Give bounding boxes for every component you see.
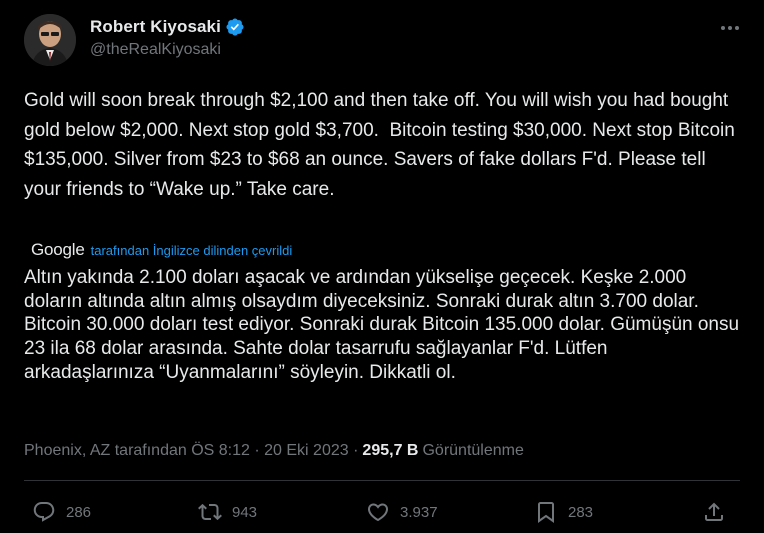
author-handle[interactable]: @theRealKiyosaki (90, 41, 245, 59)
reply-count: 286 (66, 503, 92, 521)
bookmark-icon (534, 500, 558, 524)
repost-icon (198, 500, 222, 524)
more-options-button[interactable] (716, 18, 744, 38)
bookmark-button[interactable]: 283 (534, 494, 593, 530)
verified-badge-icon[interactable] (225, 17, 245, 37)
translated-text: Altın yakında 2.100 doları aşacak ve ard… (24, 267, 745, 383)
repost-button[interactable]: 943 (198, 494, 257, 530)
views-count: 295,7 B (362, 442, 419, 459)
tweet-source-time[interactable]: Phoenix, AZ tarafından ÖS 8:12 · 20 Eki … (24, 442, 358, 460)
views-label: Görüntülenme (422, 442, 524, 459)
like-count: 3.937 (400, 503, 438, 521)
more-dot-icon (728, 26, 732, 30)
display-name-row: Robert Kiyosaki (90, 16, 245, 38)
heart-icon (366, 500, 390, 524)
tweet-meta: Phoenix, AZ tarafından ÖS 8:12 · 20 Eki … (24, 440, 524, 462)
reply-button[interactable]: 286 (32, 494, 91, 530)
author-names: Robert Kiyosaki @theRealKiyosaki (90, 16, 245, 59)
avatar-image (24, 14, 76, 66)
bookmark-count: 283 (568, 503, 594, 521)
share-icon (702, 500, 726, 524)
like-button[interactable]: 3.937 (366, 494, 438, 530)
avatar[interactable] (24, 14, 76, 66)
translation-link[interactable]: tarafından İngilizce dilinden çevrildi (91, 243, 293, 258)
tweet-text: Gold will soon break through $2,100 and … (24, 90, 741, 200)
share-button[interactable] (702, 494, 726, 530)
repost-count: 943 (232, 503, 258, 521)
google-logo: Google (31, 240, 85, 259)
tweet-header: Robert Kiyosaki @theRealKiyosaki (24, 14, 744, 70)
more-dot-icon (735, 26, 739, 30)
tweet-card: Robert Kiyosaki @theRealKiyosaki Gold wi… (0, 0, 764, 533)
more-dot-icon (721, 26, 725, 30)
author-display-name[interactable]: Robert Kiyosaki (90, 17, 221, 37)
divider (24, 480, 740, 481)
translation-attribution: Google tarafından İngilizce dilinden çev… (31, 240, 292, 260)
reply-icon (32, 500, 56, 524)
tweet-actions: 286 943 3.937 283 (24, 494, 740, 530)
